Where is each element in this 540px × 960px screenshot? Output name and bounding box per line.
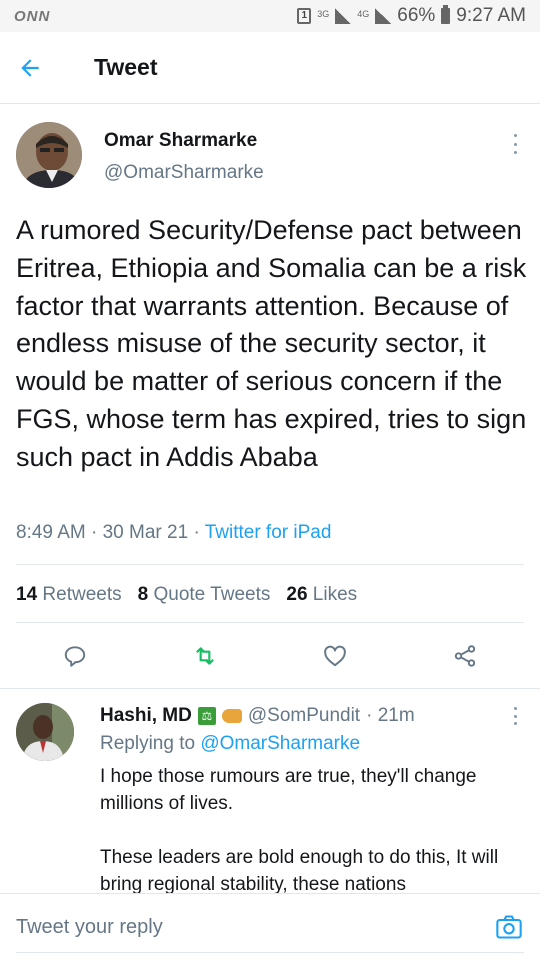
carrier-label: ONN — [14, 7, 51, 25]
avatar-photo-icon — [16, 703, 74, 761]
badge-emoji-icon: ⚖ — [197, 707, 216, 725]
signal-icon — [375, 8, 392, 24]
reply-icon — [64, 646, 86, 667]
battery-percent: 66% — [397, 5, 436, 26]
tweet-actions — [0, 636, 540, 676]
retweets-label: Retweets — [42, 584, 122, 605]
replying-to: Replying to @OmarSharmarke — [100, 733, 360, 755]
reply-author-name[interactable]: Hashi, MD — [100, 705, 192, 727]
reply-age: · 21m — [366, 705, 415, 726]
back-arrow-icon — [21, 58, 39, 77]
reply-author-handle[interactable]: @SomPundit — [248, 705, 360, 727]
camera-button[interactable] — [494, 912, 524, 942]
back-button[interactable] — [0, 32, 60, 104]
author-name[interactable]: Omar Sharmarke — [104, 130, 264, 152]
battery-icon — [441, 5, 451, 24]
signal-icon — [335, 8, 352, 24]
meta-separator: · — [91, 522, 98, 543]
hand-emoji-icon — [221, 709, 242, 723]
camera-icon — [496, 915, 522, 939]
quote-tweets-stat[interactable]: 8 Quote Tweets — [138, 584, 271, 606]
reply-button[interactable] — [53, 636, 97, 676]
author-handle[interactable]: @OmarSharmarke — [104, 162, 264, 184]
divider — [16, 622, 524, 623]
retweet-icon — [196, 647, 214, 665]
clock: 9:27 AM — [456, 5, 526, 26]
author-avatar[interactable] — [16, 122, 82, 188]
tweet-source-link[interactable]: Twitter for iPad — [205, 522, 332, 543]
notification-icon: 1 — [297, 8, 312, 24]
like-icon — [324, 645, 346, 667]
tweet-text: A rumored Security/Defense pact between … — [16, 215, 527, 472]
app-header: Tweet — [0, 32, 540, 104]
reply-tweet[interactable]: Hashi, MD ⚖ @SomPundit · 21m Replying to… — [0, 688, 540, 893]
avatar-photo-icon — [16, 122, 82, 188]
page-title: Tweet — [94, 54, 158, 80]
tweet-meta: 8:49 AM · 30 Mar 21 · Twitter for iPad — [16, 522, 331, 544]
likes-count: 26 — [286, 584, 308, 605]
more-vertical-icon — [513, 134, 517, 137]
more-vertical-icon — [513, 707, 517, 710]
network-3g-label: 3G — [317, 9, 330, 19]
reply-text: I hope those rumours are true, they'll c… — [100, 766, 499, 893]
tweet-date: 30 Mar 21 — [102, 522, 189, 543]
reply-input[interactable] — [16, 915, 494, 939]
tweet-time: 8:49 AM — [16, 522, 86, 543]
like-button[interactable] — [313, 636, 357, 676]
status-bar: ONN 1 3G 4G 66% 9:27 AM — [0, 0, 540, 32]
more-options-button[interactable] — [510, 134, 520, 154]
divider — [16, 564, 524, 565]
composer-underline — [16, 952, 524, 953]
retweets-stat[interactable]: 14 Retweets — [16, 584, 122, 606]
likes-label: Likes — [312, 584, 358, 605]
replying-prefix: Replying to — [100, 733, 196, 754]
retweet-button[interactable] — [183, 636, 227, 676]
likes-stat[interactable]: 26 Likes — [286, 584, 357, 606]
quotes-count: 8 — [137, 584, 149, 605]
quotes-label: Quote Tweets — [153, 584, 271, 605]
retweets-count: 14 — [16, 584, 38, 605]
share-button[interactable] — [443, 636, 487, 676]
reply-author-avatar[interactable] — [16, 703, 74, 761]
replying-to-handle[interactable]: @OmarSharmarke — [200, 733, 360, 754]
engagement-stats: 14 Retweets 8 Quote Tweets 26 Likes — [16, 584, 357, 606]
share-icon — [454, 645, 476, 667]
reply-composer — [0, 893, 540, 960]
network-4g-label: 4G — [357, 9, 370, 19]
reply-more-options-button[interactable] — [510, 707, 520, 725]
meta-separator: · — [193, 522, 200, 543]
